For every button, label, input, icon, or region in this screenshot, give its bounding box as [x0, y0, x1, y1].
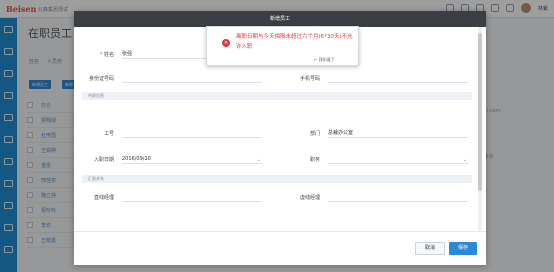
entry-date-value: 2016/09/10: [122, 156, 151, 162]
toast-message: 离职日期与今天相隔未超过六个月(6*30天)不允许入职: [236, 34, 353, 50]
position-label: 职务: [309, 157, 320, 163]
dotted-manager-label: 虚线经理: [299, 195, 320, 201]
position-select[interactable]: ⌄: [328, 155, 468, 164]
phone-label: 手机号码: [299, 76, 320, 82]
jobno-input[interactable]: [122, 129, 262, 138]
entry-date-select[interactable]: 2016/09/10 ⌄: [122, 155, 262, 164]
section-job-info-label: 任职信息: [88, 93, 104, 98]
acknowledge-text[interactable]: 我知道了: [319, 57, 335, 62]
error-icon: ✕: [222, 39, 230, 47]
id-label: 身份证号码: [88, 76, 114, 82]
direct-manager-label: 直线经理: [93, 195, 114, 201]
error-toast: ✕ 离职日期与今天相隔未超过六个月(6*30天)不允许入职 ↩ 我知道了: [206, 26, 359, 66]
dotted-manager-input[interactable]: [328, 193, 468, 202]
direct-manager-input[interactable]: [122, 193, 262, 202]
section-reporting: 汇报关系: [82, 175, 472, 183]
dept-input[interactable]: 总裁办公室: [328, 129, 468, 138]
entry-date-label: 入职日期: [93, 157, 114, 163]
chevron-down-icon: ⌄: [256, 157, 261, 163]
cancel-button[interactable]: 取消: [415, 242, 445, 255]
save-button[interactable]: 保存: [449, 242, 477, 255]
acknowledge-link[interactable]: ↩ 我知道了: [314, 57, 335, 63]
dialog-title: 新增员工: [74, 11, 486, 27]
chevron-down-icon: ⌄: [462, 157, 467, 163]
name-label: * 姓名: [99, 52, 114, 58]
phone-input[interactable]: [328, 74, 468, 83]
dept-label: 部门: [309, 131, 320, 137]
section-job-info: 任职信息: [82, 92, 472, 100]
section-reporting-label: 汇报关系: [88, 176, 104, 181]
dialog-footer: 取消 保存: [74, 231, 486, 265]
scroll-thumb[interactable]: [478, 33, 482, 191]
id-number-input[interactable]: [122, 74, 262, 83]
jobno-label: 工号: [103, 131, 114, 137]
dialog-scrollbar[interactable]: [478, 27, 482, 231]
